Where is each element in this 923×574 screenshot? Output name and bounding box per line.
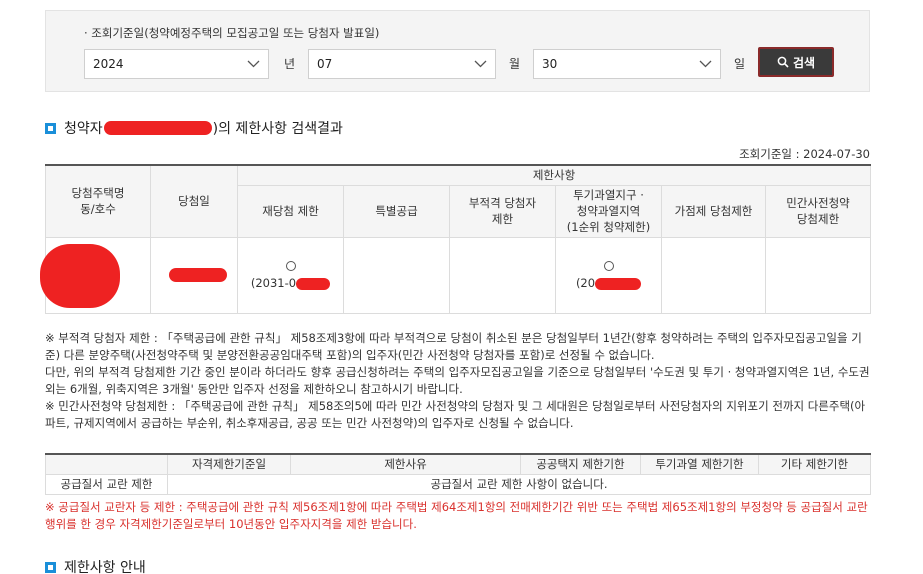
table-row: (2031-0 (20 (40, 236, 872, 314)
speculative-date: (20 (575, 276, 596, 290)
limit-row-label: 공급질서 교란 제한 (45, 473, 168, 495)
redacted-rewin-date (296, 277, 331, 290)
chevron-down-icon (238, 50, 268, 78)
cell-win-date (150, 236, 238, 314)
search-button[interactable]: 검색 (758, 47, 834, 77)
header-restrictions: 제한사항 (236, 164, 872, 186)
supply-order-note: ※ 공급질서 교란자 등 제한 : 주택공급에 관한 규칙 제56조제1항에 따… (45, 500, 868, 531)
limit-header-base-date: 자격제한기준일 (167, 453, 291, 475)
rewin-date: (2031-0 (250, 276, 297, 290)
limit-header-speculative: 투기과열 제한기한 (640, 453, 759, 475)
year-select[interactable]: 2024 (84, 49, 269, 79)
search-panel: · 조회기준일(청약예정주택의 모집공고일 또는 당첨자 발표일) 2024 년… (45, 10, 870, 92)
redacted-name (103, 121, 212, 135)
limit-header-other: 기타 제한기한 (758, 453, 871, 475)
note-illegal: ※ 부적격 당첨자 제한 : 「주택공급에 관한 규칙」 제58조제3항에 따라… (45, 331, 862, 362)
limit-header-blank (45, 453, 168, 475)
month-select[interactable]: 07 (308, 49, 496, 79)
table-row: 공급질서 교란 제한 공급질서 교란 제한 사항이 없습니다. (45, 473, 871, 495)
header-private-pre: 민간사전청약 당첨제한 (764, 184, 872, 238)
year-value: 2024 (93, 57, 124, 71)
redacted-speculative-date (595, 277, 642, 290)
section-bullet-icon (45, 561, 56, 573)
chevron-down-icon (690, 50, 720, 78)
note-illegal-exception: 다만, 위의 부적격 당첨제한 기간 중인 분이라 하더라도 향후 공급신청하려… (45, 365, 870, 396)
guide-title-text: 제한사항 안내 (64, 560, 146, 574)
search-button-label: 검색 (792, 55, 816, 70)
redacted-win-date (169, 267, 227, 282)
cell-special (343, 236, 450, 314)
cell-rewin: (2031-0 (237, 236, 344, 314)
results-table: 당첨주택명 동/호수 당첨일 제한사항 재당첨 제한 특별공급 부적격 당첨자 … (40, 164, 872, 314)
limit-header-reason: 제한사유 (290, 453, 521, 475)
header-speculative: 투기과열지구 · 청약과열지역 (1순위 청약제한) (555, 184, 662, 238)
supply-order-table: 자격제한기준일 제한사유 공공택지 제한기한 투기과열 제한기한 기타 제한기한… (45, 453, 871, 495)
cell-illegal (449, 236, 556, 314)
day-select[interactable]: 30 (533, 49, 721, 79)
search-caption: · 조회기준일(청약예정주택의 모집공고일 또는 당첨자 발표일) (84, 26, 380, 40)
year-unit: 년 (284, 57, 296, 71)
guide-title: 제한사항 안내 (45, 557, 146, 574)
restriction-mark-icon (285, 261, 296, 271)
limit-header-public: 공공택지 제한기한 (520, 453, 641, 475)
header-special: 특별공급 (343, 184, 450, 238)
header-win-date: 당첨일 (150, 164, 238, 238)
header-house: 당첨주택명 동/호수 (45, 164, 151, 238)
cell-speculative: (20 (555, 236, 662, 314)
day-value: 30 (542, 57, 558, 71)
results-title-prefix: 청약자 (64, 121, 103, 137)
results-title: 청약자 )의 제한사항 검색결과 (45, 118, 343, 138)
cell-house (40, 236, 151, 314)
header-illegal: 부적격 당첨자 제한 (449, 184, 556, 238)
redacted-house (40, 243, 120, 308)
restriction-notes: ※ 부적격 당첨자 제한 : 「주택공급에 관한 규칙」 제58조제3항에 따라… (45, 330, 875, 432)
chevron-down-icon (465, 50, 495, 78)
header-rewin: 재당첨 제한 (237, 184, 344, 238)
day-unit: 일 (734, 57, 746, 71)
month-unit: 월 (509, 57, 521, 71)
cell-points (661, 236, 766, 314)
restriction-mark-icon (603, 261, 614, 271)
section-bullet-icon (45, 122, 56, 134)
header-points: 가점제 당첨제한 (661, 184, 766, 238)
search-icon (777, 56, 789, 68)
limit-row-message: 공급질서 교란 제한 사항이 없습니다. (167, 473, 871, 495)
results-title-suffix: )의 제한사항 검색결과 (212, 121, 343, 137)
reference-date: 조회기준일 : 2024-07-30 (739, 147, 870, 161)
note-private-pre: ※ 민간사전청약 당첨제한 : 「주택공급에 관한 규칙」 제58조의5에 따라… (45, 399, 866, 430)
cell-private-pre (764, 236, 872, 314)
month-value: 07 (317, 57, 333, 71)
